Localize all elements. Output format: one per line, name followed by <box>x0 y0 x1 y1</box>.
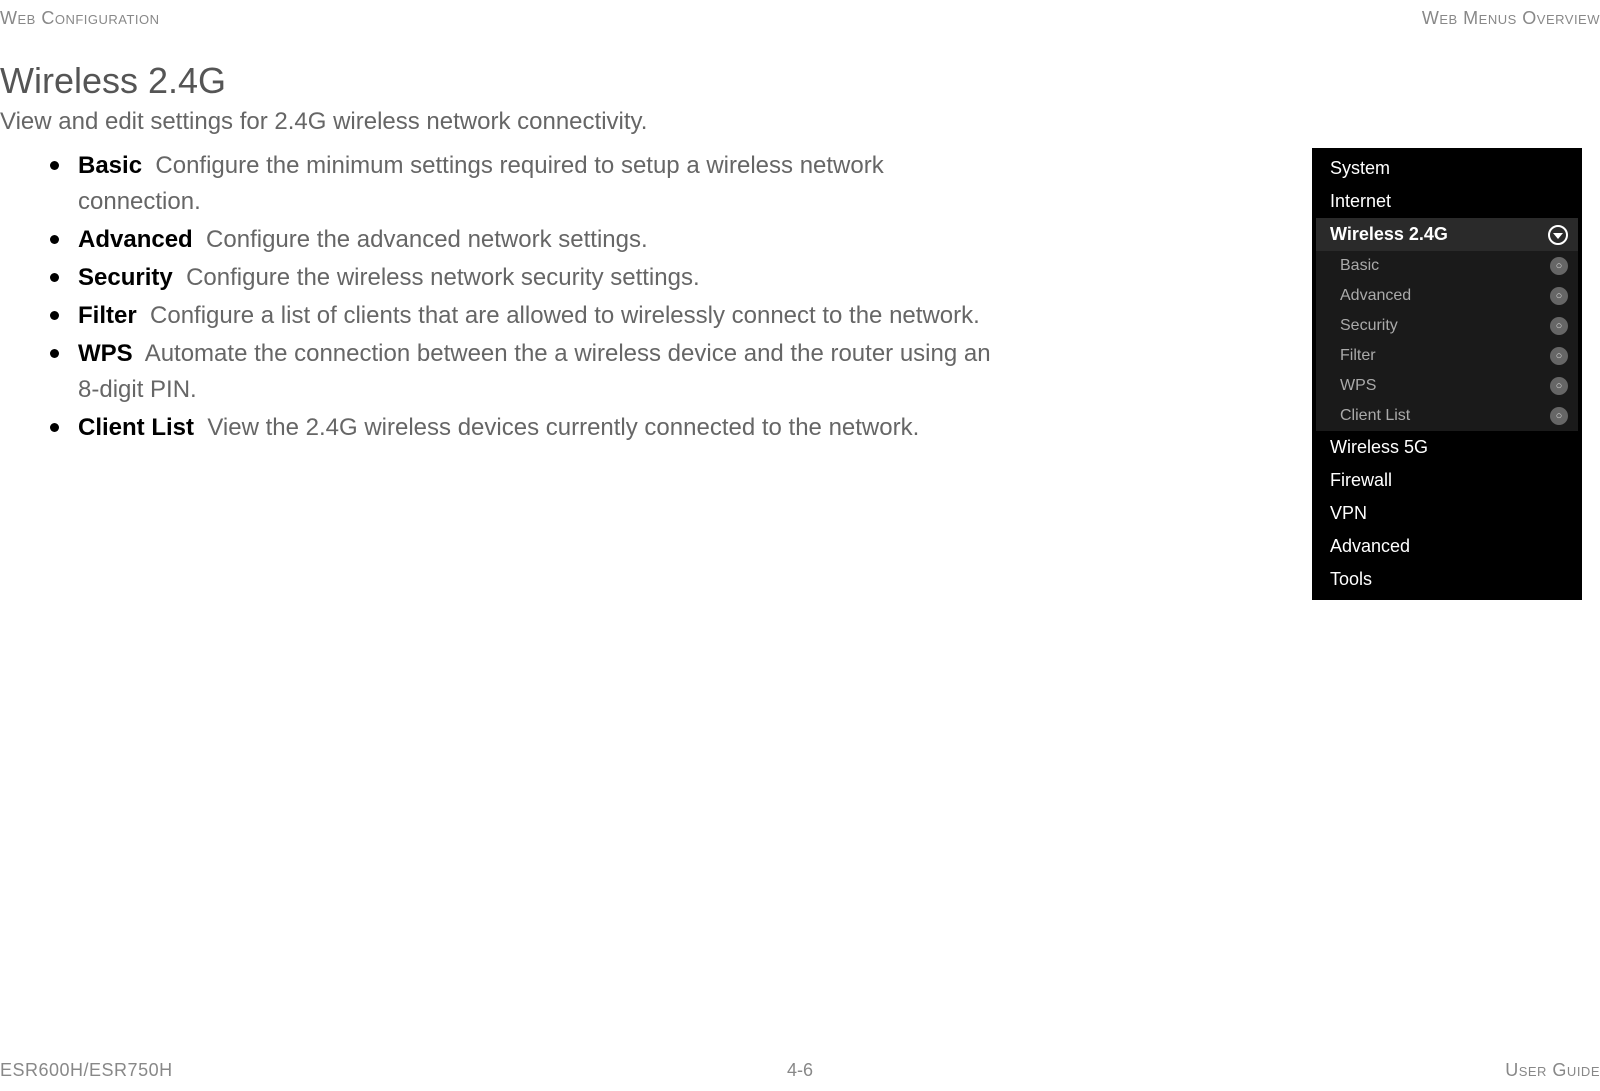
menu-sub-filter[interactable]: Filter ○ <box>1316 341 1578 371</box>
bullet-desc: Configure the minimum settings required … <box>78 152 884 215</box>
menu-sub-advanced[interactable]: Advanced ○ <box>1316 281 1578 311</box>
list-item: Basic Configure the minimum settings req… <box>50 148 1010 220</box>
gear-icon: ○ <box>1550 377 1568 395</box>
bullet-desc: Configure the wireless network security … <box>186 264 700 291</box>
menu-label: Client List <box>1340 407 1410 425</box>
list-item: Filter Configure a list of clients that … <box>50 298 1010 334</box>
menu-label: VPN <box>1330 503 1367 524</box>
menu-label: Internet <box>1330 191 1391 212</box>
menu-label: Security <box>1340 317 1398 335</box>
menu-item-vpn[interactable]: VPN <box>1316 497 1578 530</box>
bullet-desc: View the 2.4G wireless devices currently… <box>207 414 919 441</box>
list-item: Security Configure the wireless network … <box>50 260 1010 296</box>
menu-item-system[interactable]: System <box>1316 152 1578 185</box>
menu-label: Wireless 2.4G <box>1330 224 1448 245</box>
gear-icon: ○ <box>1550 287 1568 305</box>
bullet-desc: Configure a list of clients that are all… <box>150 302 980 329</box>
header-left: Web Configuration <box>0 8 160 29</box>
menu-label: Firewall <box>1330 470 1392 491</box>
list-item: Client List View the 2.4G wireless devic… <box>50 410 1010 446</box>
page-title: Wireless 2.4G <box>0 60 226 102</box>
bullet-list: Basic Configure the minimum settings req… <box>50 148 1010 448</box>
gear-icon: ○ <box>1550 407 1568 425</box>
menu-item-internet[interactable]: Internet <box>1316 185 1578 218</box>
menu-label: Tools <box>1330 569 1372 590</box>
menu-label: Basic <box>1340 257 1379 275</box>
list-item: Advanced Configure the advanced network … <box>50 222 1010 258</box>
menu-label: Advanced <box>1340 287 1411 305</box>
menu-label: Advanced <box>1330 536 1410 557</box>
bullet-term: WPS <box>78 340 133 367</box>
menu-item-wireless-24g[interactable]: Wireless 2.4G <box>1316 218 1578 251</box>
menu-item-tools[interactable]: Tools <box>1316 563 1578 596</box>
menu-item-advanced[interactable]: Advanced <box>1316 530 1578 563</box>
gear-icon: ○ <box>1550 347 1568 365</box>
bullet-desc: Configure the advanced network settings. <box>206 226 648 253</box>
menu-item-wireless-5g[interactable]: Wireless 5G <box>1316 431 1578 464</box>
menu-sub-security[interactable]: Security ○ <box>1316 311 1578 341</box>
gear-icon: ○ <box>1550 257 1568 275</box>
bullet-desc: Automate the connection between the a wi… <box>78 340 991 403</box>
bullet-term: Filter <box>78 302 137 329</box>
gear-icon: ○ <box>1550 317 1568 335</box>
menu-screenshot: System Internet Wireless 2.4G Basic ○ Ad… <box>1312 148 1582 600</box>
menu-label: Wireless 5G <box>1330 437 1428 458</box>
chevron-down-icon <box>1548 225 1568 245</box>
menu-sub-client-list[interactable]: Client List ○ <box>1316 401 1578 431</box>
menu-sub-basic[interactable]: Basic ○ <box>1316 251 1578 281</box>
header-right: Web Menus Overview <box>1422 8 1600 29</box>
menu-label: System <box>1330 158 1390 179</box>
bullet-term: Security <box>78 264 173 291</box>
page-subtitle: View and edit settings for 2.4G wireless… <box>0 108 647 136</box>
bullet-term: Client List <box>78 414 194 441</box>
footer-left: ESR600H/ESR750H <box>0 1060 173 1081</box>
menu-label: Filter <box>1340 347 1376 365</box>
menu-label: WPS <box>1340 377 1376 395</box>
bullet-term: Advanced <box>78 226 193 253</box>
list-item: WPS Automate the connection between the … <box>50 336 1010 408</box>
menu-sub-wps[interactable]: WPS ○ <box>1316 371 1578 401</box>
footer-right: User Guide <box>1505 1060 1600 1081</box>
bullet-term: Basic <box>78 152 142 179</box>
menu-item-firewall[interactable]: Firewall <box>1316 464 1578 497</box>
footer-page-number: 4-6 <box>787 1060 813 1081</box>
